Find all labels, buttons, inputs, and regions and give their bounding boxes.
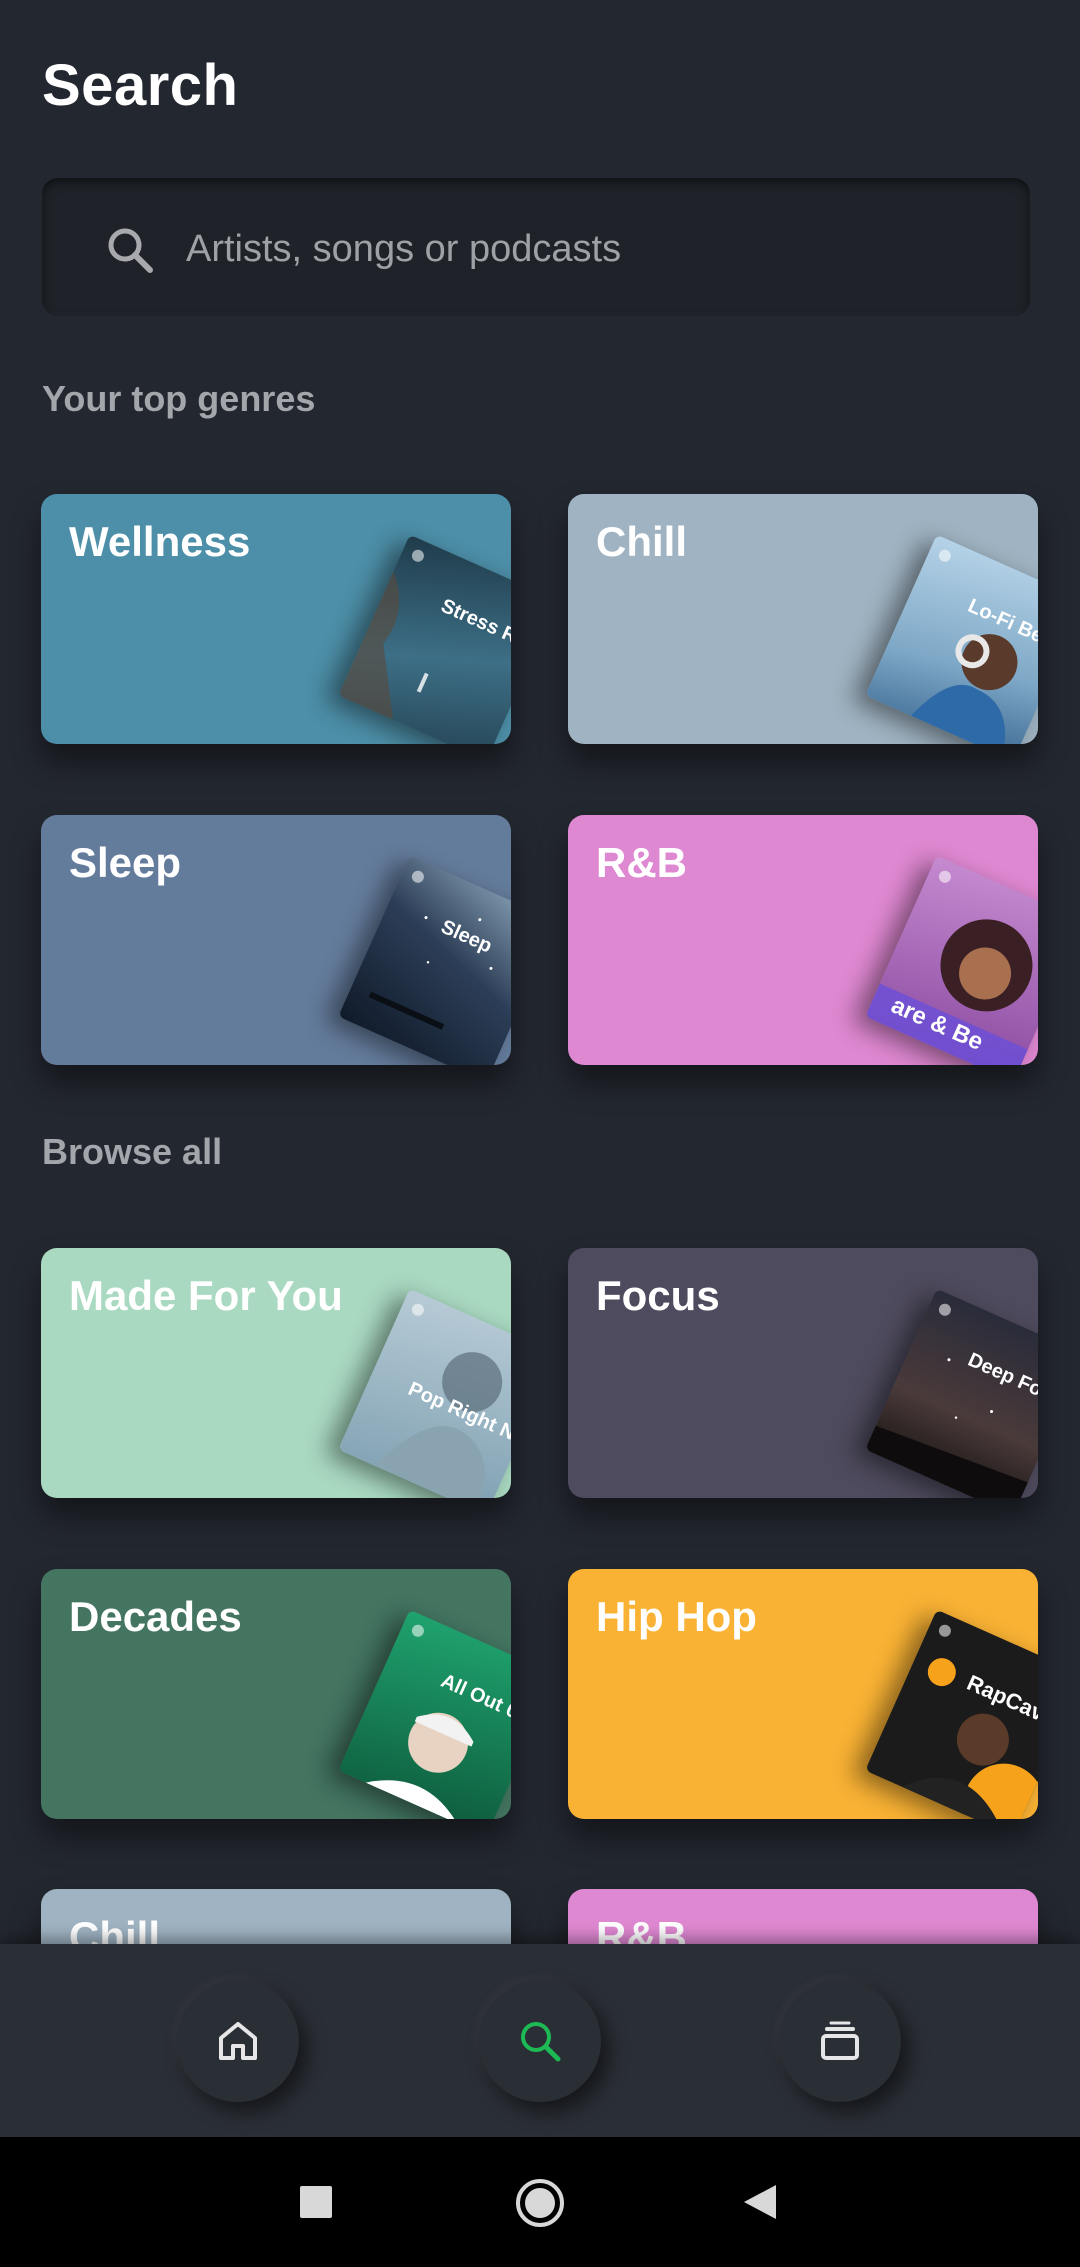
playlist-cover: Stress Relief <box>338 534 511 744</box>
tile-label: Wellness <box>69 518 251 565</box>
tile-label: Decades <box>69 1593 242 1640</box>
search-icon <box>521 2022 561 2062</box>
page-title: Search <box>42 53 239 118</box>
playlist-cover: All Out 00s <box>338 1609 511 1819</box>
section-title-browse-all: Browse all <box>42 1131 223 1172</box>
library-icon <box>821 2021 859 2060</box>
nav-home-button[interactable] <box>177 1980 299 2102</box>
genre-tile-wellness[interactable]: Wellness Stress Relief <box>41 494 511 744</box>
search-placeholder: Artists, songs or podcasts <box>186 228 622 270</box>
bottom-navigation <box>0 1944 1080 2137</box>
search-icon <box>108 228 153 273</box>
browse-tile-decades[interactable]: Decades All Out 00s <box>41 1569 511 1819</box>
tile-label: R&B <box>596 839 687 886</box>
nav-library-button[interactable] <box>779 1980 901 2102</box>
playlist-cover: Pop Right Now <box>338 1288 511 1498</box>
playlist-cover: RapCaviar <box>865 1609 1038 1819</box>
tile-label: Made For You <box>69 1272 343 1319</box>
playlist-cover: Lo-Fi Beats <box>865 534 1038 744</box>
genre-tile-rnb[interactable]: R&B are & Be <box>568 815 1038 1065</box>
back-icon[interactable] <box>742 2183 778 2221</box>
system-navigation-bar <box>0 2137 1080 2267</box>
browse-tile-focus[interactable]: Focus Deep Focus <box>568 1248 1038 1498</box>
genre-tile-sleep[interactable]: Sleep Sleep <box>41 815 511 1065</box>
section-title-top-genres: Your top genres <box>42 378 316 419</box>
tile-label: Sleep <box>69 839 182 886</box>
browse-tile-hip-hop[interactable]: Hip Hop RapCaviar <box>568 1569 1038 1819</box>
tile-label: Chill <box>596 518 687 565</box>
tile-label: Focus <box>596 1272 720 1319</box>
search-bar[interactable]: Artists, songs or podcasts <box>42 178 1030 316</box>
tile-label: Hip Hop <box>596 1593 757 1640</box>
nav-search-button[interactable] <box>479 1980 601 2102</box>
home-circle-icon[interactable] <box>514 2177 566 2229</box>
playlist-cover: Deep Focus <box>865 1288 1038 1498</box>
browse-tile-made-for-you[interactable]: Made For You Pop Right Now <box>41 1248 511 1498</box>
genre-tile-chill[interactable]: Chill Lo-Fi Beats <box>568 494 1038 744</box>
home-icon <box>219 2022 257 2060</box>
playlist-cover: are & Be <box>865 855 1038 1065</box>
recents-icon[interactable] <box>298 2184 334 2220</box>
playlist-cover: Sleep <box>338 855 511 1065</box>
